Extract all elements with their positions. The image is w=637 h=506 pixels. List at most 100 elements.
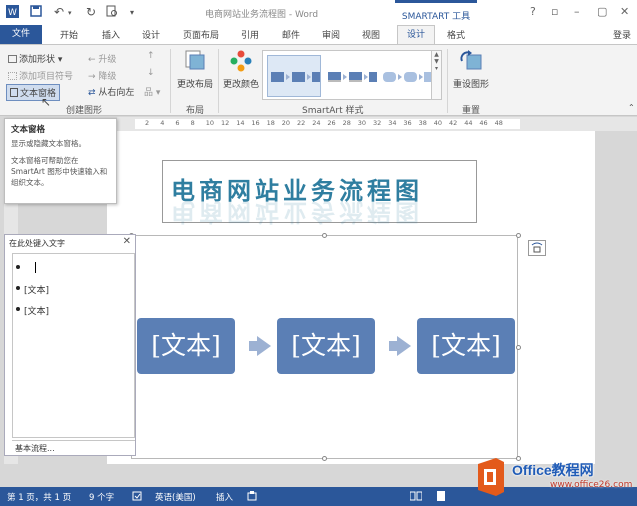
ruler-tick-label: 22	[297, 119, 306, 127]
macro-icon[interactable]	[247, 491, 257, 504]
tab-smartart-design[interactable]: 设计	[397, 25, 435, 45]
ribbon: 添加形状 ▾ 添加项目符号 文本窗格 ↖ ← 升级 → 降级 ⇄ 从右向左 ↑ …	[0, 44, 637, 116]
text-pane-body[interactable]	[12, 253, 135, 438]
tab-home[interactable]: 开始	[60, 28, 78, 41]
ribbon-tabs: 文件 开始 插入 设计 页面布局 引用 邮件 审阅 视图 设计 格式 登录	[0, 25, 637, 45]
text-pane-close-icon[interactable]: ✕	[123, 236, 131, 247]
ruler-tick-label: 42	[449, 119, 458, 127]
text-cursor	[35, 262, 36, 273]
ribbon-separator	[447, 49, 448, 113]
text-pane-title: 在此处键入文字	[9, 239, 65, 248]
layout-options-icon[interactable]	[528, 240, 546, 256]
text-pane-tooltip: 文本窗格 显示或隐藏文本窗格。 文本窗格可帮助您在 SmartArt 图形中快速…	[4, 118, 117, 204]
print-layout-icon[interactable]	[436, 491, 446, 504]
word-count[interactable]: 9 个字	[89, 491, 114, 503]
language-indicator[interactable]: 英语(美国)	[155, 491, 196, 503]
move-up-icon[interactable]: ↑	[147, 51, 155, 61]
tab-references[interactable]: 引用	[241, 28, 259, 41]
undo-dropdown-icon[interactable]: ▾	[68, 9, 72, 17]
watermark-url: www.office26.com	[550, 480, 633, 490]
tab-page-layout[interactable]: 页面布局	[183, 28, 219, 41]
ruler-tick-label: 48	[494, 119, 503, 127]
ruler-tick-label: 4	[160, 119, 165, 127]
ruler-tick-label: 12	[221, 119, 230, 127]
move-down-icon[interactable]: ↓	[147, 68, 155, 78]
smartart-shape[interactable]: [文本]	[417, 318, 515, 374]
group-label-create-graphic: 创建图形	[66, 106, 103, 116]
tab-smartart-format[interactable]: 格式	[447, 28, 465, 41]
ruler-tick-label: 36	[403, 119, 412, 127]
change-layout-icon	[182, 49, 208, 73]
tab-design[interactable]: 设计	[142, 28, 160, 41]
resize-handle[interactable]	[516, 345, 521, 350]
text-pane-bullet[interactable]: [文本]	[16, 304, 49, 317]
change-layout-button[interactable]: 更改布局	[175, 49, 215, 90]
resize-handle[interactable]	[322, 456, 327, 461]
text-pane-header: 在此处键入文字 ✕	[5, 235, 135, 251]
smartart-shape[interactable]: [文本]	[137, 318, 235, 374]
minimize-icon[interactable]: –	[574, 5, 580, 18]
add-shape-icon	[8, 55, 17, 63]
text-pane-button[interactable]: 文本窗格	[6, 84, 61, 101]
add-bullet-icon	[8, 72, 17, 80]
tab-view[interactable]: 视图	[362, 28, 380, 41]
layout-org-icon[interactable]: 品 ▾	[144, 85, 160, 98]
style-gallery-item[interactable]	[379, 55, 433, 97]
ribbon-separator	[170, 49, 171, 113]
tab-review[interactable]: 审阅	[322, 28, 340, 41]
print-preview-icon[interactable]	[106, 5, 118, 20]
smartart-text-pane[interactable]: 在此处键入文字 ✕ 基本流程...	[4, 234, 136, 456]
right-to-left-button[interactable]: ⇄ 从右向左	[88, 85, 134, 98]
tab-mailings[interactable]: 邮件	[282, 28, 300, 41]
title-bar: W ↶ ▾ ↻ ▾ 电商网站业务流程图 - Word SMARTART 工具 ?…	[0, 0, 637, 25]
customize-toolbar-icon[interactable]: ▾	[130, 8, 134, 17]
ruler-tick-label: 6	[175, 119, 180, 127]
change-colors-button[interactable]: 更改颜色	[222, 49, 260, 90]
page-count[interactable]: 第 1 页，共 1 页	[7, 491, 71, 503]
text-pane-footer-link[interactable]: 基本流程...	[12, 440, 135, 454]
proofing-icon[interactable]	[132, 491, 142, 504]
ruler-tick-label: 20	[281, 119, 291, 127]
ruler-tick-label: 30	[357, 119, 367, 127]
tab-file[interactable]: 文件	[0, 25, 42, 44]
tab-insert[interactable]: 插入	[102, 28, 120, 41]
insert-mode[interactable]: 插入	[216, 491, 233, 503]
resize-handle[interactable]	[322, 233, 327, 238]
login-link[interactable]: 登录	[613, 28, 631, 41]
ruler-tick-label: 32	[373, 119, 382, 127]
help-icon[interactable]: ?	[530, 5, 536, 18]
collapse-ribbon-icon[interactable]: ⌃	[628, 103, 635, 112]
read-mode-icon[interactable]	[409, 491, 423, 504]
add-bullet-button[interactable]: 添加项目符号	[8, 69, 73, 82]
undo-icon[interactable]: ↶	[54, 5, 64, 19]
group-label-smartart-styles: SmartArt 样式	[302, 106, 364, 116]
text-pane-bullet[interactable]: [文本]	[16, 283, 49, 296]
site-watermark: Office教程网 www.office26.com	[470, 454, 637, 499]
ruler-tick-label: 14	[236, 119, 245, 127]
smartart-shape[interactable]: [文本]	[277, 318, 375, 374]
ribbon-display-icon[interactable]: ▫	[551, 5, 558, 18]
save-icon[interactable]	[30, 5, 42, 20]
demote-button[interactable]: → 降级	[88, 69, 116, 82]
redo-icon[interactable]: ↻	[86, 5, 96, 19]
style-gallery-item[interactable]	[267, 55, 321, 97]
ruler-tick-label: 10	[205, 119, 215, 127]
gallery-scroll[interactable]: ▲ ▼ ▾	[431, 51, 441, 99]
smartart-style-gallery[interactable]: ▲ ▼ ▾	[262, 50, 442, 100]
mouse-cursor-icon: ↖	[41, 95, 52, 109]
change-colors-icon	[228, 49, 254, 73]
reset-graphic-icon	[458, 49, 484, 73]
ruler-tick-label: 34	[388, 119, 397, 127]
horizontal-ruler[interactable]: 2 4 6 8 10 12 14 16 18 20 22 24 26 28 30 32 34 36 38 40 42 44…	[117, 117, 637, 131]
resize-handle[interactable]	[516, 233, 521, 238]
title-textbox[interactable]: 电商网站业务流程图 电商网站业务流程图	[162, 160, 477, 227]
close-icon[interactable]: ✕	[620, 5, 629, 18]
maximize-icon[interactable]: ▢	[597, 5, 607, 18]
reset-graphic-button[interactable]: 重设图形	[450, 49, 492, 90]
ruler-tick-label: 2	[145, 119, 150, 127]
add-shape-button[interactable]: 添加形状 ▾	[8, 52, 62, 65]
style-gallery-item[interactable]	[324, 55, 378, 97]
ribbon-separator	[218, 49, 219, 113]
smartart-tools-label: SMARTART 工具	[395, 0, 477, 25]
promote-button[interactable]: ← 升级	[88, 52, 116, 65]
